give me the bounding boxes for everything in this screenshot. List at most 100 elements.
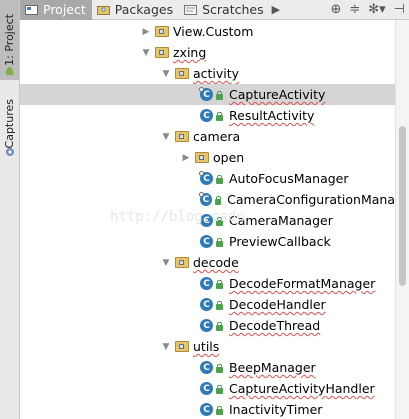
project-tool-tab[interactable]: 1: Project xyxy=(0,0,19,80)
overlay-icon xyxy=(199,87,204,92)
tree-item-label: PreviewCallback xyxy=(229,234,331,249)
class-icon: C xyxy=(199,192,212,206)
camera-icon xyxy=(6,148,14,156)
tree-class-item[interactable]: C BeepManager xyxy=(20,357,395,378)
tree-class-item[interactable]: C CameraManager xyxy=(20,210,395,231)
tree-item-label: decode xyxy=(193,255,239,270)
lock-icon xyxy=(216,174,223,184)
scrollbar-thumb[interactable] xyxy=(399,126,406,286)
tab-packages-label: Packages xyxy=(114,2,174,17)
chevron-down-icon[interactable]: ▼ xyxy=(160,131,172,143)
tree-class-item[interactable]: C InactivityTimer xyxy=(20,399,395,419)
overlay-icon xyxy=(199,171,204,176)
tree-item-label: open xyxy=(213,150,245,165)
tree-package-item[interactable]: ▶ View.Custom xyxy=(20,21,395,42)
tree-package-item[interactable]: ▶ open xyxy=(20,147,395,168)
tree-package-item[interactable]: ▼ zxing xyxy=(20,42,395,63)
package-folder-icon xyxy=(155,26,169,37)
tree-item-label: DecodeThread xyxy=(229,318,321,333)
tree-item-label: View.Custom xyxy=(173,24,254,39)
project-tree[interactable]: ▶ View.Custom ▼ zxing ▼ activity C CaptureActiv… xyxy=(20,20,395,419)
overlay-icon xyxy=(199,192,204,197)
vertical-scrollbar[interactable] xyxy=(395,20,409,419)
class-icon: C xyxy=(200,298,213,311)
lock-icon xyxy=(216,363,223,373)
project-toolbar: Project Packages Scratches ▶ ⊕ ≑ ✻▾ ⊣ xyxy=(20,0,409,20)
captures-tool-tab-label: Captures xyxy=(3,99,16,149)
tree-item-label: DecodeHandler xyxy=(229,297,326,312)
tree-class-item[interactable]: C AutoFocusManager xyxy=(20,168,395,189)
tree-class-item[interactable]: C PreviewCallback xyxy=(20,231,395,252)
class-icon: C xyxy=(200,277,213,290)
class-icon: C xyxy=(200,214,213,227)
tab-project-label: Project xyxy=(43,2,86,17)
package-folder-icon xyxy=(175,257,189,268)
tree-item-label: CameraManager xyxy=(229,213,333,228)
lock-icon xyxy=(216,384,223,394)
tab-scratches-label: Scratches xyxy=(202,2,264,17)
lock-icon xyxy=(216,300,223,310)
package-folder-icon xyxy=(175,341,189,352)
class-icon: C xyxy=(200,109,213,122)
tree-class-item[interactable]: C ResultActivity xyxy=(20,105,395,126)
android-icon xyxy=(5,67,14,76)
tree-item-label: utils xyxy=(193,339,220,354)
package-folder-icon xyxy=(155,47,169,58)
collapse-icon[interactable]: ≑ xyxy=(349,2,360,17)
chevron-right-icon[interactable]: ▶ xyxy=(272,3,280,16)
lock-icon xyxy=(216,237,223,247)
chevron-right-icon[interactable]: ▶ xyxy=(180,152,192,164)
chevron-down-icon[interactable]: ▼ xyxy=(160,341,172,353)
tree-class-item[interactable]: C DecodeFormatManager xyxy=(20,273,395,294)
tree-item-label: CaptureActivity xyxy=(229,87,326,102)
class-icon: C xyxy=(200,235,213,248)
packages-icon xyxy=(96,6,110,15)
tool-window-strip: 1: Project Captures xyxy=(0,0,20,419)
project-tool-tab-label: 1: Project xyxy=(3,14,16,66)
chevron-down-icon[interactable]: ▼ xyxy=(160,257,172,269)
tab-project[interactable]: Project xyxy=(20,0,92,20)
tree-class-item[interactable]: C CaptureActivityHandler xyxy=(20,378,395,399)
chevron-down-icon[interactable]: ▼ xyxy=(140,47,152,59)
package-folder-icon xyxy=(175,131,189,142)
lock-icon xyxy=(216,111,223,121)
tree-item-label: InactivityTimer xyxy=(229,402,323,417)
tree-package-item[interactable]: ▼ activity xyxy=(20,63,395,84)
class-icon: C xyxy=(200,319,213,332)
tree-item-label: zxing xyxy=(173,45,207,60)
tree-item-label: BeepManager xyxy=(229,360,316,375)
tree-class-item[interactable]: C DecodeThread xyxy=(20,315,395,336)
crosshair-icon[interactable]: ⊕ xyxy=(330,2,341,17)
class-icon: C xyxy=(200,403,213,416)
tree-class-item[interactable]: C DecodeHandler xyxy=(20,294,395,315)
class-icon: C xyxy=(199,171,213,185)
tab-scratches[interactable]: Scratches xyxy=(179,0,270,20)
tree-package-item[interactable]: ▼ camera xyxy=(20,126,395,147)
lock-icon xyxy=(216,216,223,226)
tree-class-item[interactable]: C CameraConfigurationMana xyxy=(20,189,395,210)
class-icon: C xyxy=(199,87,213,101)
project-view-icon xyxy=(25,5,38,15)
gear-icon[interactable]: ✻▾ xyxy=(368,2,385,17)
class-icon: C xyxy=(200,382,213,395)
tree-package-item[interactable]: ▼ decode xyxy=(20,252,395,273)
chevron-down-icon[interactable]: ▼ xyxy=(160,68,172,80)
tree-item-label: activity xyxy=(193,66,240,81)
lock-icon xyxy=(216,90,223,100)
tab-packages[interactable]: Packages xyxy=(92,0,179,20)
chevron-right-icon[interactable]: ▶ xyxy=(140,26,152,38)
hide-panel-icon[interactable]: ⊣ xyxy=(394,2,405,17)
package-folder-icon xyxy=(195,152,209,163)
class-icon: C xyxy=(200,361,213,374)
tree-item-label: DecodeFormatManager xyxy=(229,276,376,291)
scratches-icon xyxy=(184,5,198,15)
tree-item-label: camera xyxy=(193,129,241,144)
tree-class-item[interactable]: C CaptureActivity xyxy=(20,84,395,105)
package-folder-icon xyxy=(175,68,189,79)
tree-item-label: AutoFocusManager xyxy=(229,171,349,186)
tree-item-label: CaptureActivityHandler xyxy=(229,381,375,396)
tree-package-item[interactable]: ▼ utils xyxy=(20,336,395,357)
lock-icon xyxy=(214,195,222,205)
lock-icon xyxy=(216,279,223,289)
tree-item-label: ResultActivity xyxy=(229,108,315,123)
